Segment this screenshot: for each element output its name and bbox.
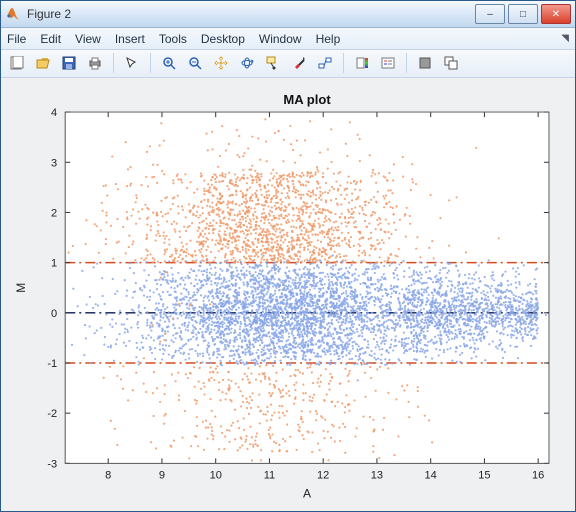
menu-edit[interactable]: Edit bbox=[40, 32, 61, 46]
datacursor-icon[interactable] bbox=[261, 51, 285, 75]
title-bar[interactable]: Figure 2 – □ ✕ bbox=[1, 1, 575, 28]
matlab-icon bbox=[5, 6, 21, 22]
menu-help[interactable]: Help bbox=[316, 32, 341, 46]
window-title: Figure 2 bbox=[27, 7, 475, 21]
legend-icon[interactable] bbox=[376, 51, 400, 75]
new-figure-icon[interactable] bbox=[5, 51, 29, 75]
toolbar bbox=[1, 50, 575, 77]
x-axis-label: A bbox=[303, 486, 311, 500]
colorbar-icon[interactable] bbox=[350, 51, 374, 75]
menu-bar: File Edit View Insert Tools Desktop Wind… bbox=[1, 28, 575, 50]
menu-window[interactable]: Window bbox=[259, 32, 302, 46]
dock-icon[interactable]: ◥ bbox=[561, 33, 569, 44]
window-controls: – □ ✕ bbox=[475, 4, 571, 24]
menu-view[interactable]: View bbox=[75, 32, 101, 46]
zoom-in-icon[interactable] bbox=[157, 51, 181, 75]
print-icon[interactable] bbox=[83, 51, 107, 75]
show-plot-tools-icon[interactable] bbox=[439, 51, 463, 75]
menu-file[interactable]: File bbox=[7, 32, 26, 46]
close-button[interactable]: ✕ bbox=[541, 4, 571, 24]
maximize-button[interactable]: □ bbox=[508, 4, 538, 24]
hide-plot-tools-icon[interactable] bbox=[413, 51, 437, 75]
open-icon[interactable] bbox=[31, 51, 55, 75]
pan-icon[interactable] bbox=[209, 51, 233, 75]
zoom-out-icon[interactable] bbox=[183, 51, 207, 75]
figure-window: Figure 2 – □ ✕ File Edit View Insert Too… bbox=[0, 0, 576, 512]
plot-title: MA plot bbox=[283, 92, 331, 107]
save-icon[interactable] bbox=[57, 51, 81, 75]
menu-desktop[interactable]: Desktop bbox=[201, 32, 245, 46]
figure-area: 8910111213141516-3-2-101234MA plotAM bbox=[1, 78, 575, 512]
y-axis-label: M bbox=[14, 282, 28, 292]
axes[interactable]: 8910111213141516-3-2-101234MA plotAM bbox=[7, 84, 569, 506]
brush-icon[interactable] bbox=[287, 51, 311, 75]
minimize-button[interactable]: – bbox=[475, 4, 505, 24]
menu-tools[interactable]: Tools bbox=[159, 32, 187, 46]
rotate3d-icon[interactable] bbox=[235, 51, 259, 75]
pointer-icon[interactable] bbox=[120, 51, 144, 75]
menu-insert[interactable]: Insert bbox=[115, 32, 145, 46]
link-icon[interactable] bbox=[313, 51, 337, 75]
